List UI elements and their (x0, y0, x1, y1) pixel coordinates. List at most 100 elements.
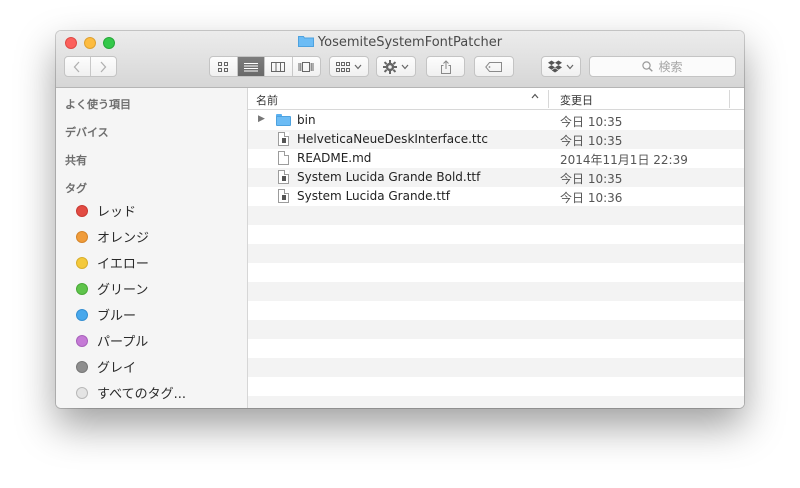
window-title-text: YosemiteSystemFontPatcher (317, 35, 503, 50)
forward-button[interactable] (91, 57, 116, 76)
nav-buttons (64, 56, 117, 77)
chevron-down-icon (401, 64, 409, 69)
chevron-down-icon (566, 64, 574, 69)
sort-ascending-icon[interactable] (531, 91, 539, 102)
document-icon (276, 151, 290, 166)
yellow-tag-dot-icon (76, 256, 88, 269)
icon-view-button[interactable] (210, 57, 238, 76)
sidebar-item-tag-red[interactable]: レッド (76, 201, 136, 220)
sidebar-item-tag-purple[interactable]: パープル (76, 331, 148, 350)
arrange-grid-icon (336, 61, 350, 72)
empty-row (248, 225, 744, 244)
tag-label: オレンジ (97, 231, 150, 246)
empty-row (248, 339, 744, 358)
purple-tag-dot-icon (76, 334, 88, 347)
sidebar-item-tag-yellow[interactable]: イエロー (76, 253, 149, 272)
file-date: 2014年11月1日 22:39 (560, 153, 688, 167)
orange-tag-dot-icon (76, 230, 88, 243)
finder-window: YosemiteSystemFontPatcher 検索 よく使う項目 デバイス… (56, 31, 744, 408)
column-name-header[interactable]: 名前 (256, 92, 278, 108)
column-divider[interactable] (729, 90, 730, 108)
file-rows: ▶ bin 今日 10:35 HelveticaNeueDeskInterfac… (248, 111, 744, 408)
file-name: HelveticaNeueDeskInterface.ttc (297, 132, 488, 146)
view-mode-selector (209, 56, 321, 77)
disclosure-triangle-icon[interactable]: ▶ (258, 114, 265, 124)
chevron-right-icon (100, 61, 107, 72)
chevron-left-icon (73, 61, 80, 72)
sidebar-item-tag-gray[interactable]: グレイ (76, 357, 136, 376)
column-divider[interactable] (548, 90, 549, 108)
share-button[interactable] (426, 56, 465, 77)
table-row[interactable]: HelveticaNeueDeskInterface.ttc 今日 10:35 (248, 130, 744, 149)
tag-label: イエロー (97, 257, 149, 272)
sidebar-item-tag-green[interactable]: グリーン (76, 279, 148, 298)
sidebar-item-tag-blue[interactable]: ブルー (76, 305, 136, 324)
column-view-button[interactable] (265, 57, 293, 76)
file-list: 名前 変更日 ▶ bin 今日 10:35 HelveticaNeueDeskI… (248, 88, 744, 408)
window-title: YosemiteSystemFontPatcher (56, 35, 744, 50)
empty-row (248, 263, 744, 282)
search-icon (642, 61, 654, 72)
table-row[interactable]: README.md 2014年11月1日 22:39 (248, 149, 744, 168)
font-file-icon (276, 132, 290, 147)
empty-row (248, 396, 744, 408)
action-button[interactable] (376, 56, 416, 77)
file-date: 今日 10:36 (560, 191, 623, 205)
share-icon (440, 59, 451, 74)
favorites-header[interactable]: よく使う項目 (65, 96, 131, 112)
green-tag-dot-icon (76, 282, 88, 295)
folder-icon (297, 35, 314, 47)
empty-row (248, 320, 744, 339)
file-name: System Lucida Grande.ttf (297, 189, 450, 203)
back-button[interactable] (65, 57, 91, 76)
search-placeholder: 検索 (658, 60, 683, 74)
tag-label: すべてのタグ... (97, 387, 186, 402)
columns-icon (271, 61, 286, 72)
tags-header[interactable]: タグ (65, 180, 87, 196)
file-name: bin (297, 113, 316, 127)
empty-row (248, 301, 744, 320)
all-tags-icon (76, 386, 88, 399)
tag-label: レッド (97, 205, 137, 220)
file-date: 今日 10:35 (560, 134, 623, 148)
grid-icon (218, 61, 229, 72)
dropbox-icon (548, 60, 562, 73)
coverflow-view-button[interactable] (293, 57, 320, 76)
tag-label: グレイ (97, 361, 137, 376)
arrange-button[interactable] (329, 56, 369, 77)
devices-header[interactable]: デバイス (65, 124, 109, 140)
list-view-button[interactable] (237, 57, 265, 76)
folder-icon (276, 113, 291, 128)
tag-label: グリーン (97, 283, 149, 298)
chevron-down-icon (354, 64, 362, 69)
search-field[interactable]: 検索 (589, 56, 736, 77)
column-header: 名前 変更日 (248, 88, 744, 110)
table-row[interactable]: ▶ bin 今日 10:35 (248, 111, 744, 130)
shared-header[interactable]: 共有 (65, 152, 87, 168)
dropbox-button[interactable] (541, 56, 581, 77)
tag-button[interactable] (474, 56, 514, 77)
empty-row (248, 206, 744, 225)
table-row[interactable]: System Lucida Grande.ttf 今日 10:36 (248, 187, 744, 206)
empty-row (248, 282, 744, 301)
blue-tag-dot-icon (76, 308, 88, 321)
titlebar: YosemiteSystemFontPatcher 検索 (56, 31, 744, 88)
file-date: 今日 10:35 (560, 115, 623, 129)
list-icon (243, 62, 258, 71)
gear-icon (383, 59, 397, 74)
sidebar-item-tag-orange[interactable]: オレンジ (76, 227, 149, 246)
red-tag-dot-icon (76, 204, 88, 217)
sidebar-item-all-tags[interactable]: すべてのタグ... (76, 383, 186, 402)
empty-row (248, 244, 744, 263)
tag-label: ブルー (97, 309, 137, 324)
file-name: System Lucida Grande Bold.ttf (297, 170, 481, 184)
empty-row (248, 358, 744, 377)
column-date-header[interactable]: 変更日 (560, 92, 593, 108)
font-file-icon (276, 189, 290, 204)
sidebar: よく使う項目 デバイス 共有 タグ レッド オレンジ イエロー グリーン ブルー… (56, 88, 248, 408)
font-file-icon (276, 170, 290, 185)
tag-icon (485, 61, 502, 72)
table-row[interactable]: System Lucida Grande Bold.ttf 今日 10:35 (248, 168, 744, 187)
file-date: 今日 10:35 (560, 172, 623, 186)
empty-row (248, 377, 744, 396)
